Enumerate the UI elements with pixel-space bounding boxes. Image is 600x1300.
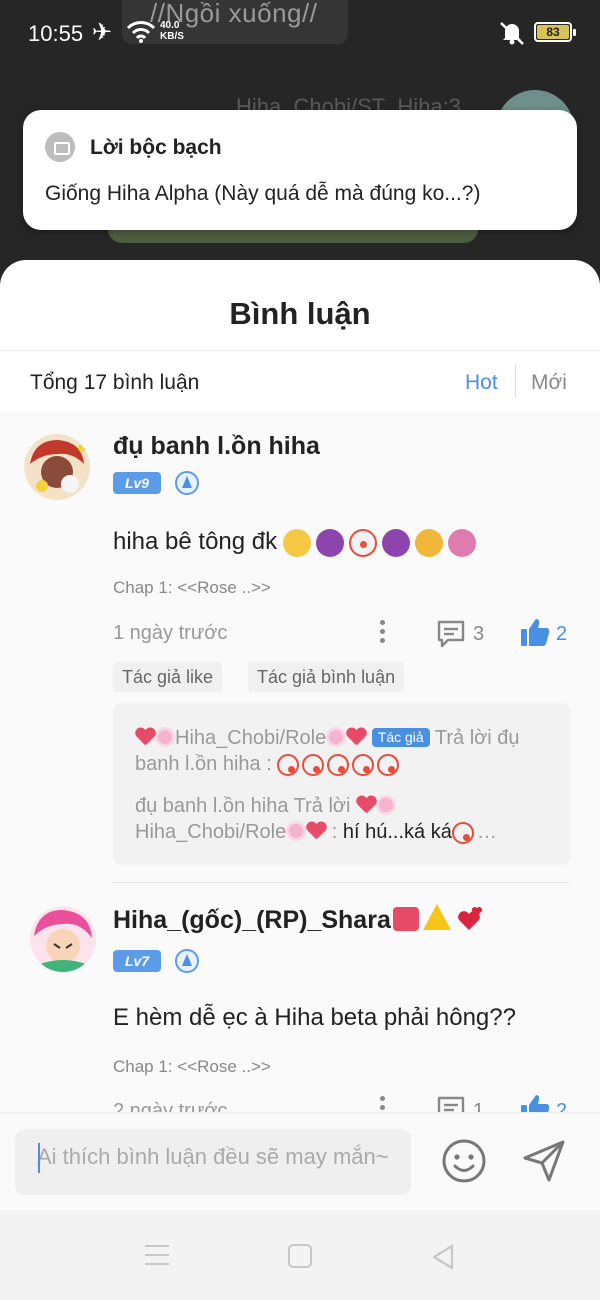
network-speed-unit: KB/S (160, 31, 184, 42)
flower-emoji-icon (155, 727, 175, 747)
more-options-icon[interactable] (377, 620, 387, 648)
sheet-divider (0, 350, 600, 351)
mute-icon (500, 22, 524, 45)
sort-divider (515, 364, 516, 398)
comment-chapter[interactable]: Chap 1: <<Rose ..>> (113, 578, 271, 598)
comment-chapter[interactable]: Chap 1: <<Rose ..>> (113, 1057, 271, 1077)
network-speed: 40.0 KB/S (160, 20, 184, 42)
reply-count: 3 (473, 623, 485, 645)
reply-count: 1 (473, 1100, 485, 1112)
reply-item[interactable]: Hiha_Chobi/Role Tác giả Trả lời đụ banh … (135, 725, 548, 777)
gift-heart-emoji-icon (392, 907, 419, 931)
smile-emoji-icon (283, 528, 312, 557)
notification-body: Giống Hiha Alpha (Này quá dễ mà đúng ko.… (45, 182, 481, 205)
clown-emoji-icon (277, 753, 300, 776)
reply-author[interactable]: Hiha_Chobi/Role (175, 727, 326, 749)
comment-input[interactable]: Ai thích bình luận đều sẽ may mắn~ (15, 1129, 411, 1195)
like-count: 2 (556, 1100, 568, 1112)
comments-sheet: Bình luận Tổng 17 bình luận Hot Mới đụ b… (0, 260, 600, 1112)
comment-text: E hèm dễ ẹc à Hiha beta phải hông?? (113, 1004, 516, 1031)
nav-menu-icon[interactable] (145, 1245, 169, 1265)
comment-item: đụ banh l.ồn hiha Lv9 hiha bê tông đk Ch… (0, 412, 600, 882)
battery-level: 83 (537, 25, 569, 39)
avatar[interactable] (24, 434, 90, 500)
reply-author[interactable]: đụ banh l.ồn hiha (135, 795, 288, 817)
more-options-icon[interactable] (377, 1096, 387, 1112)
comment-author-name: Hiha_(gốc)_(RP)_Shara (113, 906, 391, 934)
reply-icon[interactable] (436, 619, 466, 649)
level-badge: Lv9 (113, 472, 161, 494)
avatar[interactable] (30, 906, 96, 972)
clown-emoji-icon (352, 753, 375, 776)
comment-author[interactable]: Hiha_(gốc)_(RP)_Shara (113, 904, 483, 935)
network-speed-value: 40.0 (160, 20, 180, 31)
comment-item: Hiha_(gốc)_(RP)_Shara Lv7 E hèm dễ ẹc à … (0, 882, 600, 1112)
heart-emoji-icon (306, 822, 326, 840)
reply-text: hí hú...ká ká (342, 821, 452, 843)
heart-emoji-icon (135, 728, 155, 746)
heart-emoji-icon (356, 796, 376, 814)
emoji-icon[interactable] (441, 1138, 487, 1184)
flower-emoji-icon (326, 727, 347, 747)
flower-emoji-icon (286, 821, 307, 841)
rank-badge-icon (175, 949, 199, 973)
notes-icon (45, 132, 75, 162)
comment-text: hiha bê tông đk (113, 528, 481, 557)
devil-emoji-icon (382, 528, 411, 557)
airplane-mode-icon: ✈ (92, 19, 113, 46)
send-icon[interactable] (520, 1137, 568, 1185)
heart-emoji-icon (346, 728, 366, 746)
sheet-title: Bình luận (229, 296, 371, 331)
flower-emoji-icon (376, 795, 397, 815)
level-badge: Lv7 (113, 950, 161, 972)
avatar-image (30, 906, 96, 972)
alien-monster-emoji-icon (448, 528, 477, 557)
clown-emoji-icon (377, 753, 400, 776)
clown-emoji-icon (349, 528, 378, 557)
notification-card[interactable]: Lời bộc bạch Giống Hiha Alpha (Này quá d… (23, 110, 577, 230)
reply-action: Trả lời (434, 727, 492, 749)
sort-new-tab[interactable]: Mới (531, 371, 567, 395)
reply-action: Trả lời (293, 795, 351, 817)
system-navigation-bar (0, 1210, 600, 1300)
nav-home-icon[interactable] (288, 1244, 312, 1268)
clown-emoji-icon (451, 821, 474, 844)
mind-blown-emoji-icon (415, 528, 444, 557)
comment-time: 1 ngày trước (113, 622, 228, 644)
clown-emoji-icon (327, 753, 350, 776)
battery-icon: 83 (534, 22, 576, 42)
comment-input-bar: Ai thích bình luận đều sẽ may mắn~ (0, 1112, 600, 1210)
two-hearts-emoji-icon (458, 907, 482, 930)
comment-time: 2 ngày trước (113, 1100, 228, 1112)
comment-divider (112, 882, 570, 883)
comment-total: Tổng 17 bình luận (30, 371, 200, 394)
status-time: 10:55 (28, 21, 84, 46)
comment-author[interactable]: đụ banh l.ồn hiha (113, 432, 320, 461)
rank-badge-icon (175, 471, 199, 495)
reply-icon[interactable] (436, 1095, 466, 1112)
author-liked-tag: Tác giả like (113, 662, 223, 692)
comment-emojis (283, 528, 481, 557)
text-caret (38, 1143, 40, 1173)
author-commented-tag: Tác giả bình luận (248, 662, 405, 692)
replies-box[interactable]: Hiha_Chobi/Role Tác giả Trả lời đụ banh … (113, 703, 570, 865)
reply-item[interactable]: đụ banh l.ồn hiha Trả lời Hiha_Chobi/Rol… (135, 793, 548, 845)
wifi-icon (126, 21, 156, 43)
devil-emoji-icon (316, 528, 345, 557)
comment-text-content: hiha bê tông đk (113, 528, 278, 555)
like-icon[interactable] (519, 1092, 551, 1112)
nav-back-icon[interactable] (430, 1243, 456, 1271)
avatar-image (24, 434, 90, 500)
like-count: 2 (556, 623, 568, 645)
notification-title: Lời bộc bạch (90, 136, 222, 159)
reply-target: Hiha_Chobi/Role (135, 821, 287, 843)
author-badge: Tác giả (371, 728, 430, 747)
sort-hot-tab[interactable]: Hot (465, 371, 498, 395)
clown-emoji-icon (302, 753, 325, 776)
status-bar: 10:55 ✈ 40.0 KB/S 83 (0, 0, 600, 66)
like-icon[interactable] (519, 616, 551, 648)
warning-emoji-icon (422, 904, 451, 930)
